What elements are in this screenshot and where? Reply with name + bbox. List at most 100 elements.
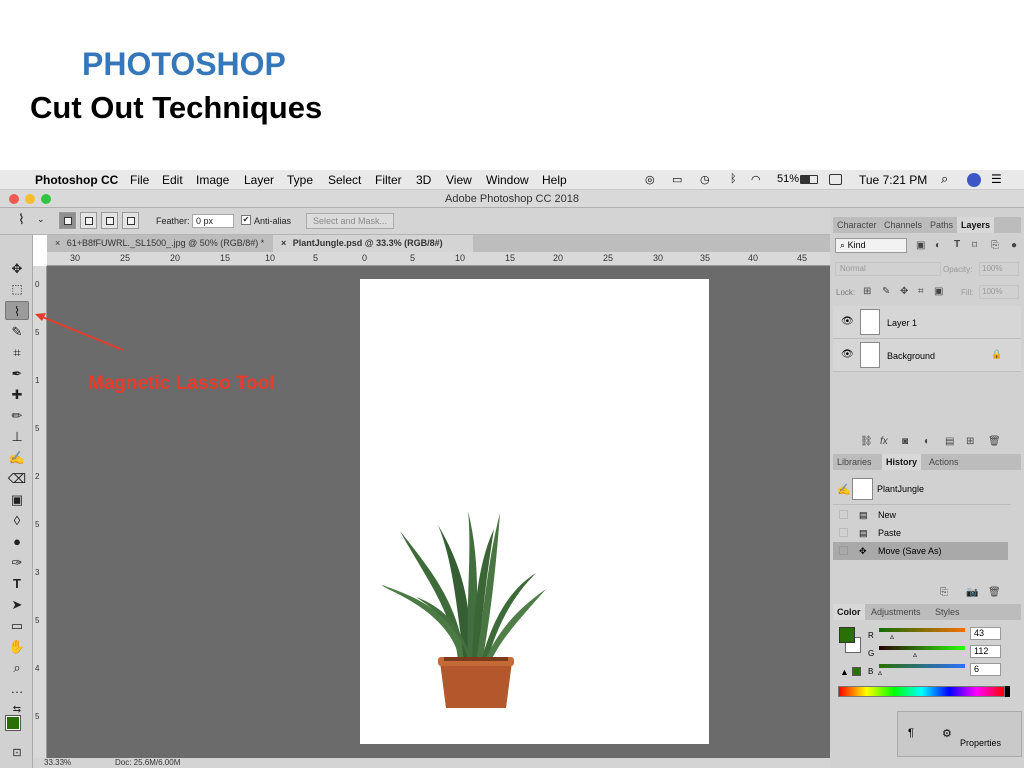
opacity-input[interactable]: 100% (979, 262, 1019, 276)
green-slider-thumb[interactable]: ▵ (913, 650, 917, 659)
menu-file[interactable]: File (130, 173, 149, 187)
blue-value[interactable]: 6 (970, 663, 1001, 676)
menu-image[interactable]: Image (196, 173, 229, 187)
delete-layer-icon[interactable]: 🗑 (988, 436, 1001, 447)
time-machine-icon[interactable]: ◷ (700, 173, 710, 186)
tab-paths[interactable]: Paths (926, 217, 957, 233)
menu-3d[interactable]: 3D (416, 173, 431, 187)
out-of-gamut-warning-icon[interactable]: ▲ (840, 667, 849, 677)
battery-percent[interactable]: 51% (777, 173, 799, 185)
layer-name[interactable]: Layer 1 (887, 318, 917, 328)
green-slider[interactable] (879, 646, 965, 650)
more-tools-icon[interactable]: … (5, 679, 29, 698)
new-layer-icon[interactable]: ⊞ (966, 436, 974, 447)
menu-view[interactable]: View (446, 173, 472, 187)
menu-app-name[interactable]: Photoshop CC (35, 173, 118, 187)
blur-tool-icon[interactable]: ◊ (5, 511, 29, 530)
tab-color[interactable]: Color (833, 604, 865, 620)
healing-brush-tool-icon[interactable]: ✚ (5, 385, 29, 404)
notification-center-icon[interactable]: ☰ (991, 172, 1002, 186)
pen-tool-icon[interactable]: ✑ (5, 553, 29, 572)
lock-all-icon[interactable]: ▣ (934, 286, 943, 297)
fill-input[interactable]: 100% (979, 285, 1019, 299)
new-group-icon[interactable]: ▤ (945, 436, 954, 447)
creative-cloud-icon[interactable]: ◎ (645, 173, 655, 186)
color-foreground-swatch[interactable] (839, 627, 855, 643)
type-tool-icon[interactable]: T (5, 574, 29, 593)
menu-select[interactable]: Select (328, 173, 361, 187)
zoom-tool-icon[interactable]: ⌕ (5, 658, 29, 677)
history-brush-tool-icon[interactable]: ✍ (5, 448, 29, 467)
tab-layers[interactable]: Layers (957, 217, 995, 233)
layer-kind-filter[interactable]: ⌕ Kind (835, 238, 907, 253)
add-to-selection-button[interactable] (80, 212, 97, 229)
history-snapshot[interactable]: ✍ PlantJungle (833, 475, 1011, 505)
menu-layer[interactable]: Layer (244, 173, 274, 187)
document-tab-1[interactable]: × 61+B8fFUWRL._SL1500_.jpg @ 50% (RGB/8#… (47, 235, 273, 252)
airplay-icon[interactable]: ▭ (672, 173, 682, 186)
filter-adjustment-icon[interactable]: ◐ (935, 240, 941, 251)
properties-label[interactable]: Properties (960, 738, 1001, 748)
layer-name[interactable]: Background (887, 351, 935, 361)
move-tool-icon[interactable]: ✥ (5, 259, 29, 278)
lock-image-icon[interactable]: ✎ (882, 286, 890, 297)
filter-type-icon[interactable]: T (954, 239, 960, 250)
tab-channels[interactable]: Channels (880, 217, 926, 233)
spotlight-search-icon[interactable]: ⌕ (941, 171, 948, 187)
new-snapshot-icon[interactable]: 📷 (966, 587, 978, 598)
menu-clock[interactable]: Tue 7:21 PM (859, 173, 927, 187)
battery-icon[interactable] (800, 175, 818, 184)
visibility-eye-icon[interactable]: 👁 (841, 316, 854, 327)
select-and-mask-button[interactable]: Select and Mask... (306, 213, 394, 229)
marquee-tool-icon[interactable]: ⬚ (5, 280, 29, 299)
tab-close-icon[interactable]: × (281, 238, 286, 248)
path-selection-tool-icon[interactable]: ➤ (5, 595, 29, 614)
filter-pixel-icon[interactable]: ▣ (916, 240, 925, 251)
eyedropper-tool-icon[interactable]: ✒ (5, 364, 29, 383)
menu-window[interactable]: Window (486, 173, 529, 187)
bluetooth-icon[interactable]: ᛒ (730, 173, 737, 185)
filter-smart-object-icon[interactable]: ⎘ (991, 240, 999, 251)
adjustment-layer-icon[interactable]: ◐ (924, 436, 930, 447)
green-value[interactable]: 112 (970, 645, 1001, 658)
antialias-checkbox[interactable]: ✔ (241, 215, 251, 225)
link-layers-icon[interactable]: ⛓ (860, 436, 873, 447)
subtract-from-selection-button[interactable] (101, 212, 118, 229)
layer-effects-icon[interactable]: fx (880, 436, 888, 447)
rectangle-tool-icon[interactable]: ▭ (5, 616, 29, 635)
blend-mode-select[interactable]: Normal (835, 262, 941, 276)
intersect-selection-button[interactable] (122, 212, 139, 229)
display-icon[interactable] (829, 174, 842, 185)
quick-selection-tool-icon[interactable]: ✎ (5, 322, 29, 341)
tab-character[interactable]: Character (833, 217, 881, 233)
clone-stamp-tool-icon[interactable]: ⊥ (5, 427, 29, 446)
add-mask-icon[interactable]: ◙ (902, 436, 908, 447)
tab-adjustments[interactable]: Adjustments (867, 604, 925, 620)
history-state-paste[interactable]: ▤ Paste (833, 524, 1008, 542)
eraser-tool-icon[interactable]: ⌫ (5, 469, 29, 488)
menu-type[interactable]: Type (287, 173, 313, 187)
lock-transparent-icon[interactable]: ⊞ (863, 286, 871, 297)
properties-icon[interactable]: ⚙ (942, 727, 952, 740)
crop-tool-icon[interactable]: ⌗ (5, 343, 29, 362)
history-state-new[interactable]: ▤ New (833, 506, 1008, 524)
wifi-icon[interactable]: ◠ (751, 173, 761, 186)
document-canvas[interactable] (360, 279, 709, 744)
magnetic-lasso-tool-icon[interactable]: ⌇ (5, 301, 29, 320)
history-checkbox[interactable] (839, 546, 848, 555)
dodge-tool-icon[interactable]: ● (5, 532, 29, 551)
siri-icon[interactable] (967, 173, 981, 187)
red-value[interactable]: 43 (970, 627, 1001, 640)
filter-shape-icon[interactable]: ⌑ (972, 240, 977, 251)
tab-close-icon[interactable]: × (55, 238, 60, 248)
filter-toggle-icon[interactable]: ● (1011, 240, 1017, 251)
new-document-from-state-icon[interactable]: ⎘ (940, 587, 948, 598)
lock-position-icon[interactable]: ✥ (900, 286, 908, 297)
tab-styles[interactable]: Styles (931, 604, 964, 620)
history-state-move[interactable]: ✥ Move (Save As) (833, 542, 1008, 560)
gradient-tool-icon[interactable]: ▣ (5, 490, 29, 509)
color-ramp-black[interactable] (1005, 686, 1010, 697)
chevron-down-icon[interactable]: ⌄ (37, 214, 45, 225)
menu-filter[interactable]: Filter (375, 173, 402, 187)
zoom-level[interactable]: 33.33% (44, 758, 71, 767)
